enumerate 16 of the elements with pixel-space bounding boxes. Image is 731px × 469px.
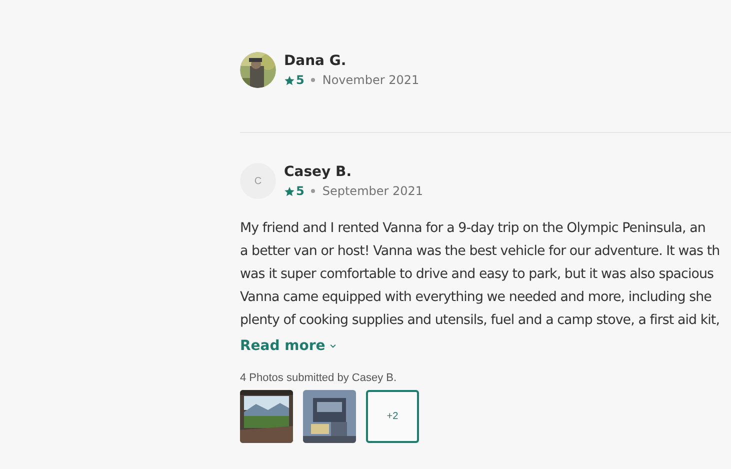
reviewer-name: Casey B. [284, 163, 353, 181]
review-date: November 2021 [322, 73, 420, 87]
avatar-initial: C [240, 163, 276, 199]
star-icon [284, 74, 295, 86]
separator-dot [311, 78, 316, 82]
rating-value: 5 [296, 73, 304, 87]
photos-caption: 4 Photos submitted by Casey B. [240, 372, 398, 384]
reviewer-name: Dana G. [284, 52, 348, 70]
star-icon [284, 186, 295, 196]
separator-dot [311, 189, 316, 193]
read-more-link[interactable]: Read more [240, 338, 338, 354]
chevron-icon [329, 343, 338, 349]
review-text: My friend and I rented Vanna for a 9-day trip on the Olympic Peninsula, an a better van or host! Vanna was the best vehicle for our adventure. It was th was it super comfortable to drive and easy to park, but it was also spacious Vanna came equipped with everything we needed and more, including she plenty of cooking supplies and utensils, fuel and a camp stove, a first aid kit, [240, 220, 721, 330]
review-date: September 2021 [322, 184, 424, 198]
rating-value: 5 [296, 184, 304, 198]
more-photos-button[interactable]: +2 [366, 390, 419, 443]
